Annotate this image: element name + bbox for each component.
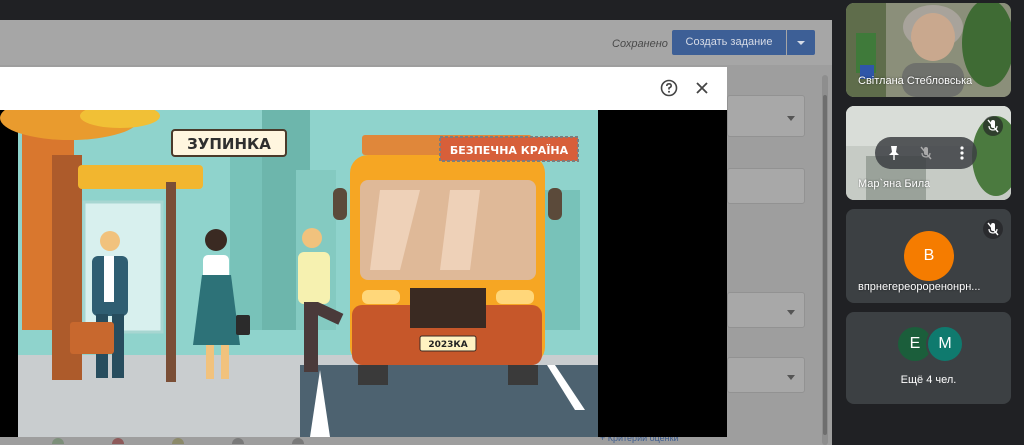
video-preview-modal: ЗУПИНКА БЕЗПЕЧНА КРАЇНА 2023КА [0, 67, 727, 437]
upload-icon[interactable] [232, 438, 244, 444]
video-frame-illustration: ЗУПИНКА БЕЗПЕЧНА КРАЇНА 2023КА [0, 110, 598, 437]
help-circle-icon[interactable] [660, 79, 678, 97]
classroom-top-bar: Сохранено Создать задание [0, 20, 832, 65]
scrollbar-thumb[interactable] [823, 95, 827, 435]
close-icon[interactable] [693, 79, 711, 97]
participant-name: впрнегереороренонрн... [858, 281, 981, 293]
bus-route-sign-text: БЕЗПЕЧНА КРАЇНА [450, 143, 569, 157]
chevron-down-icon [787, 310, 795, 315]
participant-name: Мар`яна Била [858, 178, 931, 190]
attachment-toolbar [0, 438, 600, 445]
video-player[interactable]: ЗУПИНКА БЕЗПЕЧНА КРАЇНА 2023КА [0, 110, 727, 437]
chevron-down-icon [787, 116, 795, 121]
drive-icon[interactable] [52, 438, 64, 444]
bus-stop-sign-text: ЗУПИНКА [187, 135, 271, 153]
saved-status: Сохранено [612, 38, 668, 50]
avatar: B [904, 231, 954, 281]
pin-icon[interactable] [885, 144, 903, 162]
mute-participant-icon[interactable] [917, 144, 935, 162]
participant-tile[interactable]: Світлана Стебловська [846, 3, 1011, 97]
link-icon[interactable] [292, 438, 304, 444]
more-participants-label: Ещё 4 чел. [900, 374, 957, 386]
modal-header [0, 67, 727, 111]
license-plate-text: 2023КА [428, 340, 467, 350]
chevron-down-icon [787, 375, 795, 380]
participant-name: Світлана Стебловська [858, 75, 973, 87]
youtube-icon[interactable] [112, 438, 124, 444]
create-assignment-button[interactable]: Создать задание [672, 30, 786, 55]
classroom-field-2[interactable] [727, 168, 805, 204]
create-icon[interactable] [172, 438, 184, 444]
create-dropdown-button[interactable] [787, 30, 815, 55]
mic-off-icon [983, 219, 1003, 239]
mic-off-icon [983, 116, 1003, 136]
more-options-icon[interactable] [953, 144, 971, 162]
more-participants-tile[interactable] [846, 312, 1011, 404]
avatar: M [926, 325, 964, 363]
tile-hover-controls [875, 137, 977, 169]
